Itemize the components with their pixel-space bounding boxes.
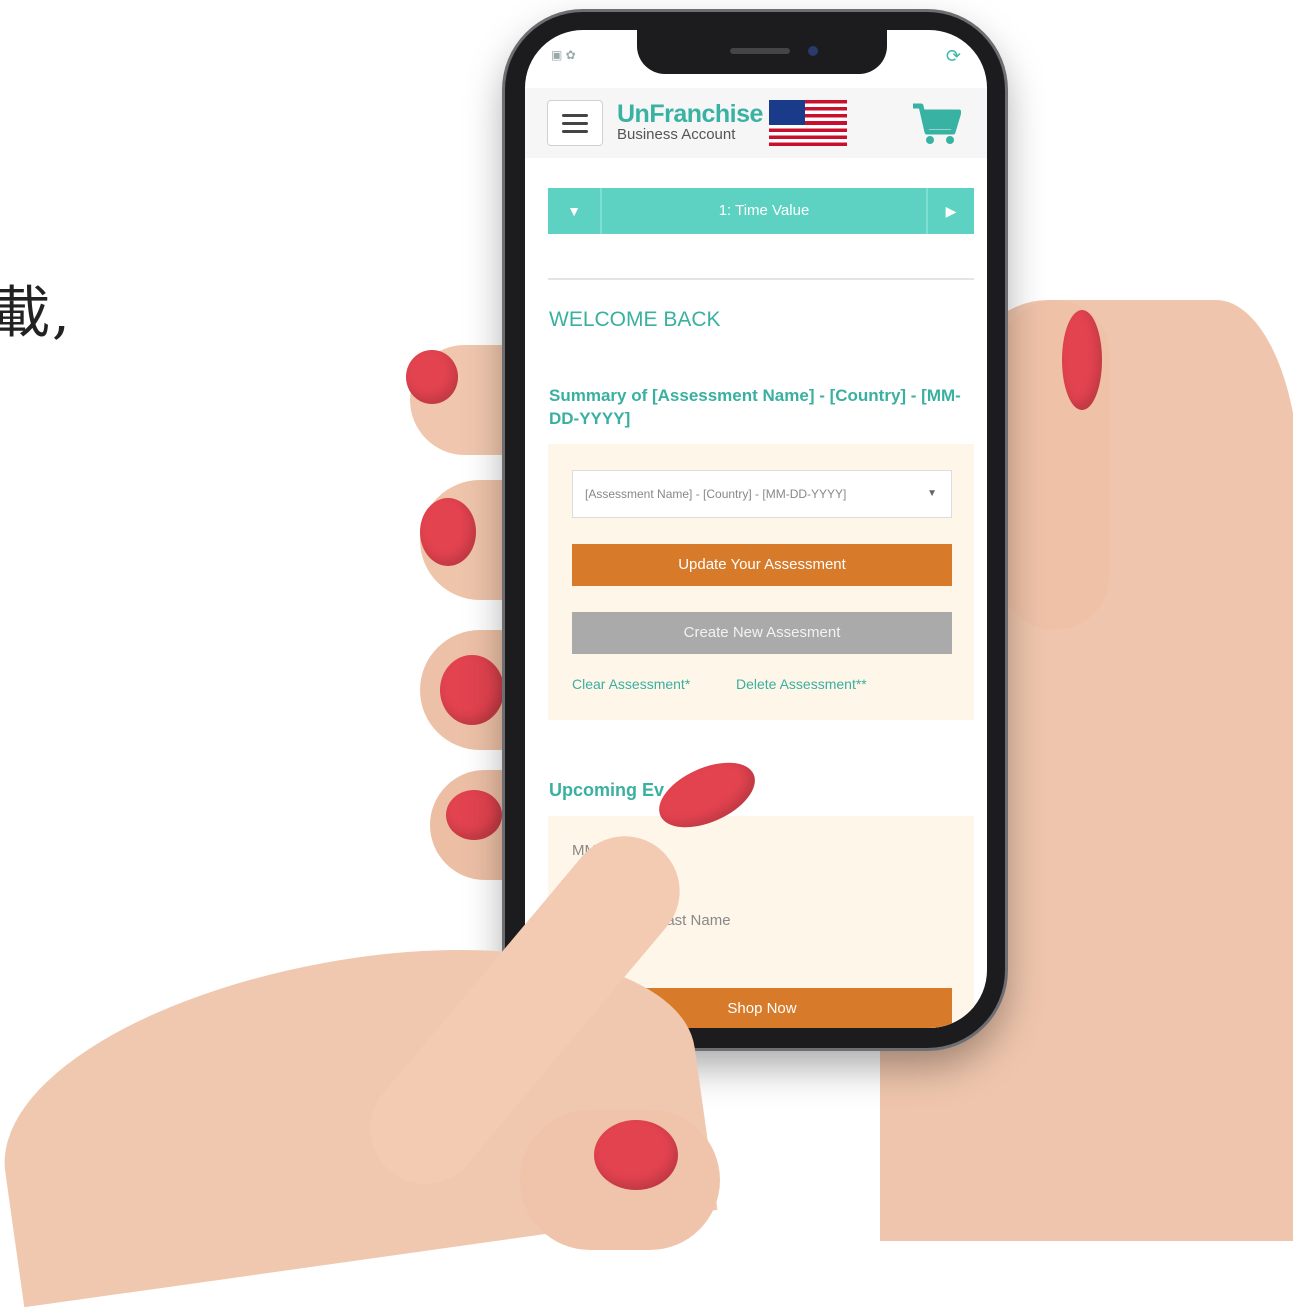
step-next-button[interactable]: ▶ <box>926 188 974 234</box>
phone-camera <box>808 46 818 56</box>
step-navigator: ▼ 1: Time Value ▶ <box>548 188 974 234</box>
nail-2 <box>420 498 476 566</box>
upcoming-events-title: Upcoming Ev <box>549 780 665 800</box>
assessment-select[interactable]: [Assessment Name] - [Country] - [MM-DD-Y… <box>572 470 952 518</box>
assessment-select-value: [Assessment Name] - [Country] - [MM-DD-Y… <box>585 487 847 501</box>
brand-subtitle: Business Account <box>617 126 736 143</box>
phone-speaker <box>730 48 790 54</box>
status-icons-left: ▣ ✿ <box>551 48 576 62</box>
divider <box>548 278 974 280</box>
update-assessment-button[interactable]: Update Your Assessment <box>572 544 952 586</box>
app-header: UnFranchise Business Account <box>525 88 987 158</box>
menu-button[interactable] <box>547 100 603 146</box>
summary-title: Summary of [Assessment Name] - [Country]… <box>549 386 961 428</box>
delete-assessment-link[interactable]: Delete Assessment** <box>736 676 867 692</box>
assessment-card: [Assessment Name] - [Country] - [MM-DD-Y… <box>548 444 974 720</box>
welcome-heading: WELCOME BACK <box>549 308 721 331</box>
chevron-right-icon: ▶ <box>945 202 957 219</box>
nail-1 <box>406 350 458 404</box>
brand-title: UnFranchise <box>617 100 763 128</box>
nail-4 <box>446 790 502 840</box>
thumb-nail <box>1062 310 1102 410</box>
step-label: 1: Time Value <box>718 202 810 219</box>
nail-3 <box>440 655 504 725</box>
lower-nail <box>594 1120 678 1190</box>
step-dropdown-button[interactable]: ▼ <box>548 188 602 234</box>
chevron-down-icon: ▼ <box>927 488 937 499</box>
status-icons-right: ⟳ <box>945 46 961 66</box>
create-assessment-button[interactable]: Create New Assesment <box>572 612 952 654</box>
chevron-down-icon: ▼ <box>567 203 581 219</box>
cart-icon[interactable] <box>911 102 961 146</box>
us-flag-icon[interactable] <box>769 100 847 146</box>
side-caption: 載, <box>0 281 72 346</box>
clear-assessment-link[interactable]: Clear Assessment* <box>572 676 690 692</box>
